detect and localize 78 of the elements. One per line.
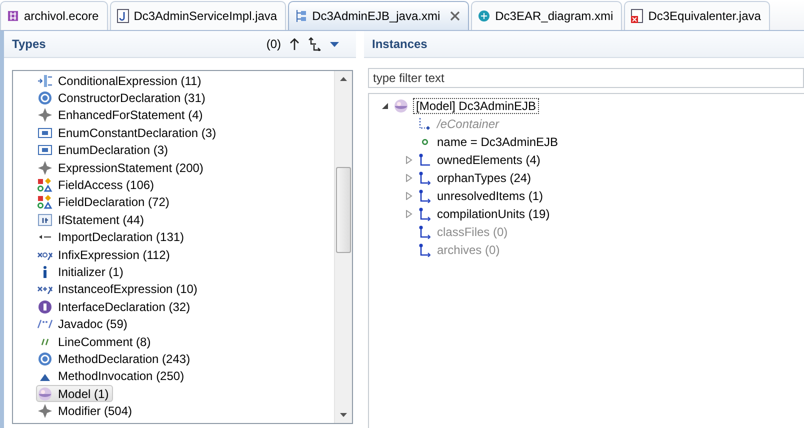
type-list-item[interactable]: ConstructorDeclaration (31) <box>36 89 210 107</box>
type-list-item[interactable]: IfStatement (44) <box>36 211 148 229</box>
type-list-item[interactable]: ImportDeclaration (131) <box>36 228 188 246</box>
type-list-item[interactable]: MethodInvocation (250) <box>36 368 188 386</box>
dotted-link-icon <box>417 117 433 131</box>
split-arrows-icon <box>37 74 53 88</box>
ecore-file-icon <box>6 8 20 24</box>
collapsed-triangle-icon[interactable] <box>405 156 413 164</box>
hierarchy-arrows-icon[interactable] <box>308 37 321 51</box>
collapsed-triangle-icon[interactable] <box>405 210 413 218</box>
arrow-line-icon <box>39 235 51 240</box>
shapes-icon <box>37 195 53 210</box>
collapsed-triangle-icon[interactable] <box>405 192 413 200</box>
type-list-item[interactable]: MethodDeclaration (243) <box>36 350 194 368</box>
type-list-item[interactable]: InfixExpression (112) <box>36 246 174 264</box>
info-icon <box>43 266 47 278</box>
scrollbar-thumb[interactable] <box>336 167 351 253</box>
corner-arrow-icon <box>417 207 433 221</box>
editor-tab[interactable]: Dc3EAR_diagram.xmi <box>471 1 622 30</box>
type-list-item[interactable]: EnumConstantDeclaration (3) <box>36 124 220 142</box>
diamond-star-icon <box>37 404 53 418</box>
panel-title: Instances <box>372 37 428 51</box>
filter-field[interactable]: type filter text <box>368 68 804 88</box>
tree-item[interactable]: [Model] Dc3AdminEJB <box>413 98 540 114</box>
diamond-star-icon <box>37 108 53 122</box>
slashes-icon <box>41 338 49 346</box>
tree-file-icon <box>294 8 308 24</box>
type-list-item[interactable]: Model (1) <box>36 385 113 402</box>
shapes-icon <box>37 178 53 192</box>
circle-icon <box>37 300 53 314</box>
box-icon <box>37 143 53 158</box>
scroll-up-arrow-icon[interactable] <box>340 77 347 81</box>
count-label: (0) <box>266 37 281 51</box>
type-list-item[interactable]: ConditionalExpression (11) <box>36 72 206 90</box>
type-list-item[interactable]: Modifier (504) <box>36 402 136 420</box>
sphere-icon <box>393 99 409 113</box>
sphere-icon <box>37 386 53 401</box>
scrollbar[interactable] <box>334 71 352 423</box>
expanded-triangle-icon[interactable] <box>381 102 389 110</box>
type-list-item[interactable]: Javadoc (59) <box>36 315 132 333</box>
corner-line-icon <box>417 153 433 167</box>
corner-arrow-icon <box>417 189 433 203</box>
square-icon <box>37 212 53 227</box>
tree-item[interactable]: orphanTypes (24) <box>437 171 532 185</box>
editor-tab[interactable]: Dc3AdminEJB_java.xmi <box>288 1 470 30</box>
circle-icon <box>422 139 428 145</box>
type-list-item[interactable]: EnumDeclaration (3) <box>36 142 172 159</box>
close-icon[interactable] <box>450 11 460 21</box>
up-arrow-icon[interactable] <box>289 38 300 50</box>
plus-icon <box>37 284 53 294</box>
java-error-file-icon <box>630 8 644 24</box>
type-list-item[interactable]: EnhancedForStatement (4) <box>36 106 207 124</box>
panel-title: Types <box>12 37 47 51</box>
tree-item[interactable]: compilationUnits (19) <box>437 207 550 221</box>
java-file-icon <box>116 8 130 24</box>
tree-item[interactable]: unresolvedItems (1) <box>437 189 544 203</box>
box-icon <box>37 126 53 140</box>
type-list-item[interactable]: FieldAccess (106) <box>36 176 158 194</box>
circle-icon <box>37 352 53 366</box>
collapsed-triangle-icon[interactable] <box>405 174 413 182</box>
type-list-item[interactable]: LineComment (8) <box>36 332 155 350</box>
editor-tab[interactable]: Dc3AdminServiceImpl.java <box>110 1 286 30</box>
corner-arrow-icon <box>417 171 433 185</box>
diamond-star-icon <box>37 160 53 175</box>
type-list-item[interactable]: FieldDeclaration (72) <box>36 194 174 212</box>
editor-tab[interactable]: Dc3Equivalenter.java <box>624 1 770 30</box>
tree-item[interactable]: name = Dc3AdminEJB <box>437 135 558 149</box>
slashes-icon <box>37 319 53 330</box>
type-list-item[interactable]: InterfaceDeclaration (32) <box>36 298 194 316</box>
type-list-item[interactable]: ExpressionStatement (200) <box>36 158 208 176</box>
circle-icon <box>37 91 53 106</box>
type-list-item[interactable]: InstanceofExpression (10) <box>36 280 202 298</box>
tree-item[interactable]: ownedElements (4) <box>437 153 540 167</box>
corner-arrow-icon <box>417 225 433 239</box>
scroll-down-arrow-icon[interactable] <box>340 413 347 417</box>
corner-arrow-icon <box>417 243 433 257</box>
type-list-item[interactable]: Initializer (1) <box>36 263 128 281</box>
editor-tab[interactable]: archivol.ecore <box>0 1 108 30</box>
